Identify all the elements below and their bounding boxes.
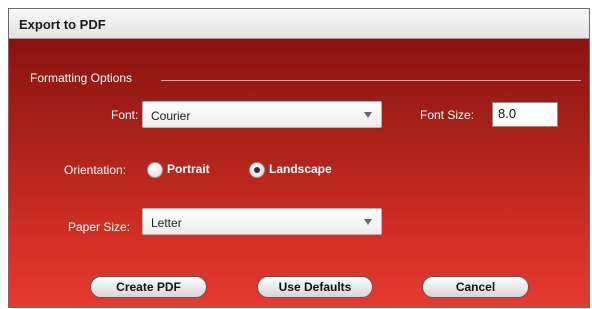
paper-size-select[interactable]: Letter: [142, 208, 382, 235]
font-select[interactable]: Courier: [142, 101, 382, 128]
formatting-panel: Formatting Options Font: Courier Font Si…: [9, 39, 589, 307]
paper-size-label: Paper Size:: [68, 220, 131, 234]
group-divider: [161, 80, 581, 81]
landscape-option[interactable]: Landscape: [249, 162, 349, 178]
cancel-button[interactable]: Cancel: [422, 276, 529, 298]
dropdown-arrow-icon: [364, 112, 372, 118]
dialog-title: Export to PDF: [19, 17, 106, 32]
landscape-radio[interactable]: [249, 162, 265, 178]
font-select-value: Courier: [151, 109, 191, 123]
font-label: Font:: [111, 108, 139, 122]
portrait-option[interactable]: Portrait: [147, 162, 227, 178]
orientation-label: Orientation:: [64, 163, 127, 177]
paper-size-value: Letter: [151, 216, 182, 230]
formatting-options-label: Formatting Options: [30, 71, 133, 85]
title-bar: Export to PDF: [9, 9, 589, 39]
selected-dot-icon: [254, 167, 260, 173]
portrait-radio[interactable]: [147, 162, 163, 178]
dropdown-arrow-icon: [364, 219, 372, 225]
create-pdf-button[interactable]: Create PDF: [90, 276, 207, 298]
font-size-label: Font Size:: [420, 108, 475, 122]
landscape-label: Landscape: [269, 162, 332, 176]
use-defaults-button[interactable]: Use Defaults: [257, 276, 373, 298]
font-size-field[interactable]: 8.0: [492, 102, 558, 127]
portrait-label: Portrait: [167, 162, 210, 176]
export-pdf-dialog: Export to PDF Formatting Options Font: C…: [8, 8, 590, 308]
